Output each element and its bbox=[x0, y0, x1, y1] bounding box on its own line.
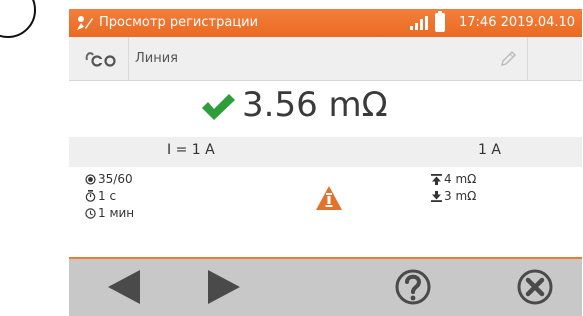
lower-limit-row: 3 mΩ bbox=[431, 189, 476, 203]
stopwatch-icon bbox=[85, 190, 96, 202]
line-bar: Линия bbox=[69, 37, 582, 81]
screen-title: Просмотр регистрации bbox=[99, 15, 259, 30]
upper-limit-icon bbox=[431, 174, 442, 185]
time-c-value: 1 c bbox=[98, 189, 117, 203]
warning-icon bbox=[316, 186, 342, 210]
back-button[interactable] bbox=[104, 259, 144, 316]
check-icon bbox=[202, 94, 235, 120]
device-screen: Просмотр регистрации 17:46 2019.04.10 Ли… bbox=[69, 9, 582, 316]
help-button[interactable] bbox=[393, 259, 433, 316]
loop-icon bbox=[85, 52, 116, 67]
clock: 17:46 2019.04.10 bbox=[459, 15, 576, 30]
target-icon bbox=[85, 174, 96, 185]
upper-limit-value: 4 mΩ bbox=[444, 172, 477, 186]
line-label: Линия bbox=[135, 51, 178, 66]
close-button[interactable] bbox=[515, 259, 555, 316]
test-current-value: 1 A bbox=[478, 142, 501, 158]
battery-icon bbox=[435, 11, 445, 32]
measurement-details: 35/60 1 c 1 мин 4 mΩ 3 mΩ bbox=[69, 167, 582, 257]
upper-limit-row: 4 mΩ bbox=[431, 172, 476, 186]
count-value: 35/60 bbox=[98, 172, 133, 186]
signal-icon bbox=[410, 16, 428, 30]
time-min-row: 1 мин bbox=[85, 206, 134, 220]
divider bbox=[128, 37, 129, 80]
forward-button[interactable] bbox=[204, 259, 244, 316]
resistance-value: 3.56 mΩ bbox=[242, 85, 388, 125]
status-bar: Просмотр регистрации 17:46 2019.04.10 bbox=[69, 9, 582, 37]
bottom-toolbar bbox=[69, 259, 582, 316]
time-c-row: 1 c bbox=[85, 189, 116, 203]
time-min-value: 1 мин bbox=[98, 206, 135, 220]
pencil-icon[interactable] bbox=[499, 50, 517, 68]
app-icon bbox=[77, 16, 93, 30]
lower-limit-value: 3 mΩ bbox=[444, 189, 477, 203]
divider bbox=[527, 37, 528, 80]
clock-icon bbox=[85, 208, 96, 219]
count-row: 35/60 bbox=[85, 172, 133, 186]
current-bar: I = 1 A 1 A bbox=[69, 137, 582, 167]
test-current-label: I = 1 A bbox=[167, 142, 215, 158]
step-callout-circle bbox=[0, 0, 36, 38]
lower-limit-icon bbox=[431, 191, 442, 202]
measurement-result: 3.56 mΩ bbox=[69, 81, 582, 137]
